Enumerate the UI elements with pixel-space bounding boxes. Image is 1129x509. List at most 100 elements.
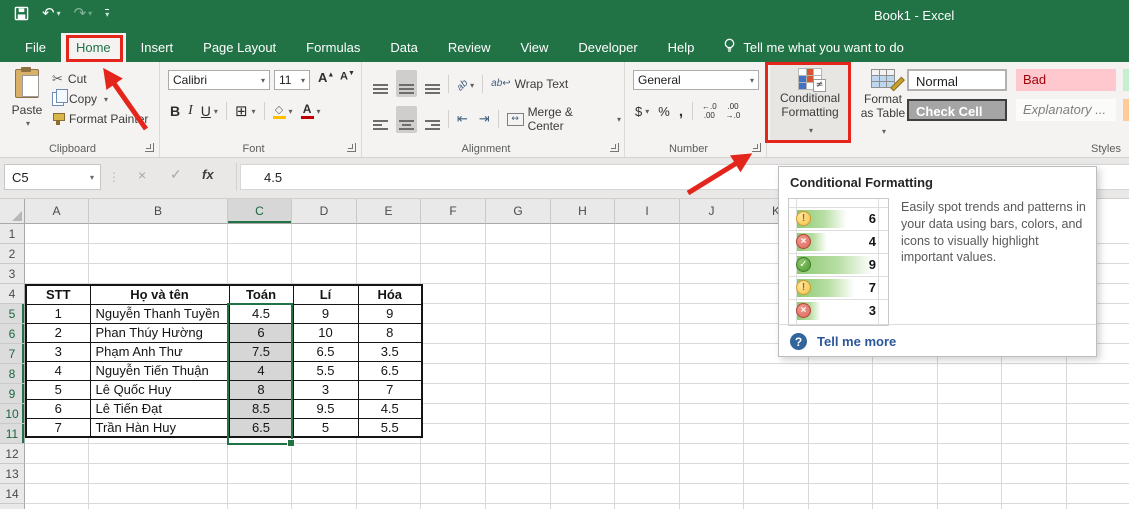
align-center-icon[interactable] — [396, 105, 417, 133]
underline-button[interactable]: U — [201, 103, 211, 119]
name-box[interactable]: C5 ▾ — [4, 164, 101, 190]
format-painter-button[interactable]: Format Painter — [52, 109, 148, 129]
cell-style-check-cell[interactable]: Check Cell — [907, 99, 1007, 121]
copy-button[interactable]: Copy ▾ — [52, 89, 148, 109]
table-header-cell[interactable]: Họ và tên — [89, 284, 230, 305]
tab-page-layout[interactable]: Page Layout — [188, 33, 291, 62]
row-header-3[interactable]: 3 — [0, 264, 25, 284]
align-right-icon[interactable] — [422, 106, 443, 133]
tab-file[interactable]: File — [10, 33, 61, 62]
font-dialog-launcher[interactable] — [347, 143, 356, 152]
enter-icon[interactable]: ✓ — [170, 167, 182, 183]
column-header-I[interactable]: I — [615, 199, 680, 224]
row-header-8[interactable]: 8 — [0, 364, 25, 384]
fill-color-icon[interactable]: ◇ — [272, 104, 286, 119]
cell[interactable]: Nguyễn Thanh Tuyền — [89, 303, 230, 324]
italic-button[interactable]: I — [188, 103, 193, 119]
tab-formulas[interactable]: Formulas — [291, 33, 375, 62]
cell[interactable]: 2 — [25, 322, 91, 343]
cell[interactable]: Phan Thúy Hường — [89, 322, 230, 343]
row-header-10[interactable]: 10 — [0, 404, 25, 424]
font-name-combobox[interactable]: Calibri ▾ — [168, 70, 270, 90]
cell[interactable]: 3 — [25, 341, 91, 362]
tab-developer[interactable]: Developer — [563, 33, 652, 62]
cell[interactable]: 6.5 — [292, 341, 359, 362]
cell-style-good[interactable]: Good — [1123, 69, 1129, 91]
tab-view[interactable]: View — [505, 33, 563, 62]
top-align-icon[interactable] — [370, 70, 391, 97]
cell-style-input[interactable]: Input — [1123, 99, 1129, 121]
row-header-1[interactable]: 1 — [0, 224, 25, 244]
decrease-font-size-icon[interactable]: A▼ — [340, 70, 355, 83]
column-header-D[interactable]: D — [292, 199, 357, 224]
name-box-caret-icon[interactable]: ▾ — [84, 173, 100, 182]
tab-insert[interactable]: Insert — [126, 33, 189, 62]
cell[interactable]: 1 — [25, 303, 91, 324]
cell[interactable]: 9.5 — [292, 398, 359, 419]
table-header-cell[interactable]: Lí — [292, 284, 359, 305]
column-header-B[interactable]: B — [89, 199, 228, 224]
cell[interactable]: Phạm Anh Thư — [89, 341, 230, 362]
tell-me-more-link[interactable]: ? Tell me more — [790, 333, 896, 350]
alignment-dialog-launcher[interactable] — [610, 143, 619, 152]
font-color-caret-icon[interactable]: ▾ — [317, 107, 321, 116]
cell[interactable]: 3.5 — [357, 341, 423, 362]
tab-review[interactable]: Review — [433, 33, 506, 62]
row-header-7[interactable]: 7 — [0, 344, 25, 364]
column-header-F[interactable]: F — [421, 199, 486, 224]
middle-align-icon[interactable] — [396, 70, 417, 97]
number-format-combobox[interactable]: General ▾ — [633, 70, 759, 90]
undo-icon[interactable]: ↶ ▾ — [42, 6, 61, 21]
cell[interactable]: 5.5 — [292, 360, 359, 381]
decrease-decimal-icon[interactable]: .00 →.0 — [726, 102, 741, 120]
increase-indent-icon[interactable]: ⇥ — [476, 109, 493, 130]
cell[interactable]: 9 — [357, 303, 423, 324]
bold-button[interactable]: B — [170, 103, 180, 119]
decrease-indent-icon[interactable]: ⇤ — [454, 109, 471, 130]
percent-format-icon[interactable]: % — [658, 104, 670, 119]
cell[interactable]: Lê Tiến Đạt — [89, 398, 230, 419]
row-header-11[interactable]: 11 — [0, 424, 25, 444]
column-header-E[interactable]: E — [357, 199, 421, 224]
wrap-text-button[interactable]: ab↩ Wrap Text — [488, 74, 571, 94]
row-header-5[interactable]: 5 — [0, 304, 25, 324]
align-left-icon[interactable] — [370, 106, 391, 133]
column-header-A[interactable]: A — [25, 199, 89, 224]
fill-color-caret-icon[interactable]: ▾ — [289, 107, 293, 116]
column-header-G[interactable]: G — [486, 199, 551, 224]
cell[interactable]: Trần Hàn Huy — [89, 417, 230, 438]
row-header-12[interactable]: 12 — [0, 444, 25, 464]
cell[interactable]: 6 — [25, 398, 91, 419]
row-header-2[interactable]: 2 — [0, 244, 25, 264]
currency-format-icon[interactable]: $ — [635, 104, 642, 119]
save-icon[interactable] — [14, 6, 29, 21]
cell[interactable]: 7 — [357, 379, 423, 400]
select-all-corner[interactable] — [0, 199, 25, 224]
conditional-formatting-button[interactable]: ≠ Conditional Formatting ▾ — [770, 64, 850, 142]
cell[interactable]: Lê Quốc Huy — [89, 379, 230, 400]
cell[interactable]: 8 — [357, 322, 423, 343]
format-as-table-button[interactable]: Format as Table ▾ — [855, 64, 911, 142]
row-header-4[interactable]: 4 — [0, 284, 25, 304]
cell-style-bad[interactable]: Bad — [1016, 69, 1116, 91]
row-header-6[interactable]: 6 — [0, 324, 25, 344]
increase-decimal-icon[interactable]: ←.0.00 — [702, 102, 717, 120]
tab-data[interactable]: Data — [375, 33, 432, 62]
column-header-H[interactable]: H — [551, 199, 615, 224]
clipboard-dialog-launcher[interactable] — [145, 143, 154, 152]
cell[interactable]: 5.5 — [357, 417, 423, 438]
underline-caret-icon[interactable]: ▾ — [214, 107, 218, 116]
tab-home[interactable]: Home — [60, 33, 126, 62]
column-header-J[interactable]: J — [680, 199, 744, 224]
orientation-icon[interactable]: ab▾ — [454, 72, 477, 96]
tell-me-box[interactable]: Tell me what you want to do — [723, 33, 904, 62]
borders-caret-icon[interactable]: ▾ — [252, 107, 256, 116]
data-table[interactable]: STT Họ và tên Toán Lí Hóa 1 Nguyễn Thanh Tuyền… — [25, 284, 423, 438]
customize-toolbar-icon[interactable]: ▾ — [105, 8, 110, 19]
paste-button[interactable]: Paste ▾ — [6, 67, 48, 142]
cell[interactable]: 5 — [292, 417, 359, 438]
cell[interactable]: 4 — [25, 360, 91, 381]
font-size-combobox[interactable]: 11 ▾ — [274, 70, 310, 90]
column-header-C[interactable]: C — [228, 199, 292, 224]
row-header-15[interactable]: 15 — [0, 504, 25, 509]
